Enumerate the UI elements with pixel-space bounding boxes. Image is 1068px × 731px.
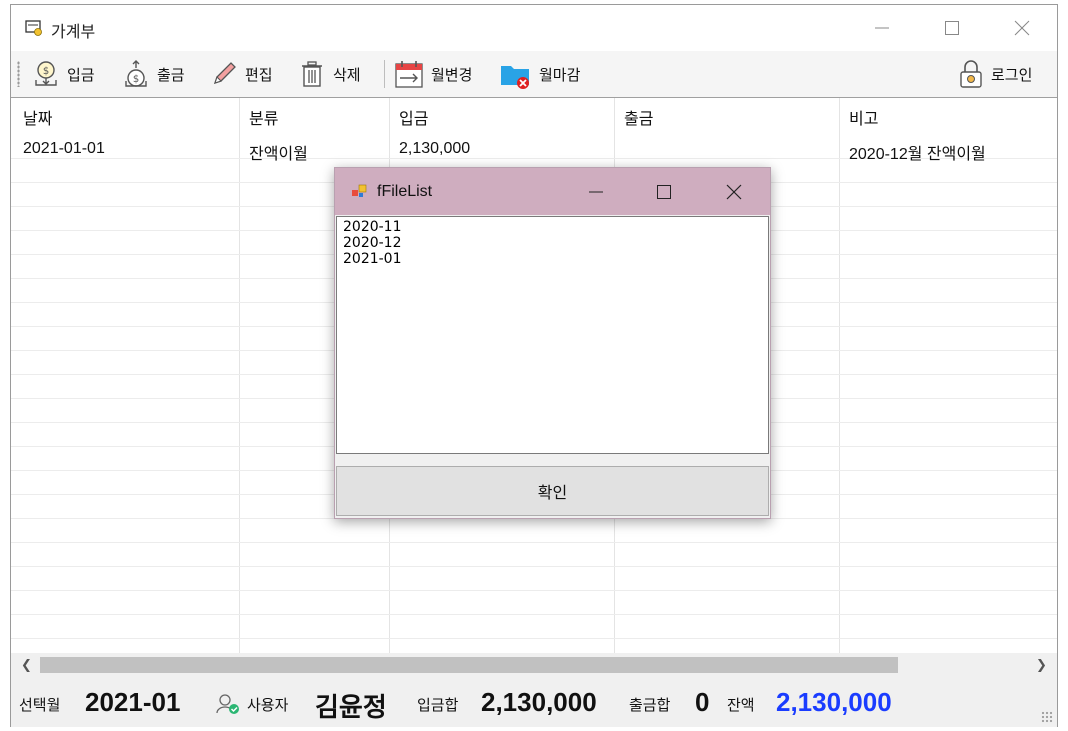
trash-icon (297, 59, 327, 89)
dialog-maximize-button[interactable] (629, 168, 699, 215)
pencil-icon (209, 59, 239, 89)
cell-deposit: 2,130,000 (399, 140, 471, 157)
status-bar: 선택월 2021-01 사용자 김윤정 입금합 2,130,000 출금합 0 … (11, 677, 1057, 727)
change-month-button[interactable]: 월변경 (393, 57, 472, 91)
balance-label: 잔액 (727, 697, 755, 714)
deposit-button[interactable]: $ 입금 (31, 57, 95, 91)
window-title: 가계부 (51, 24, 96, 41)
list-item[interactable]: 2020-11 (343, 219, 402, 235)
column-header-deposit[interactable]: 입금 (399, 105, 428, 129)
cell-category: 잔액이월 (249, 146, 308, 163)
grid-header: 날짜 분류 입금 출금 비고 (11, 98, 1057, 128)
column-header-category[interactable]: 분류 (249, 105, 278, 129)
withdraw-label: 출금 (157, 66, 185, 84)
column-header-date[interactable]: 날짜 (23, 105, 52, 129)
edit-label: 편집 (245, 66, 273, 84)
deposit-sum-label: 입금합 (417, 697, 459, 714)
dialog-close-button[interactable] (699, 168, 769, 215)
file-listbox[interactable]: 2020-11 2020-12 2021-01 (336, 216, 769, 454)
user-label: 사용자 (247, 697, 289, 714)
minimize-button[interactable] (847, 5, 917, 51)
selected-month-label: 선택월 (19, 697, 61, 714)
list-item[interactable]: 2021-01 (343, 251, 402, 267)
edit-button[interactable]: 편집 (209, 57, 273, 91)
dialog-minimize-button[interactable] (561, 168, 631, 215)
scroll-right-arrow-icon[interactable]: ❯ (1036, 657, 1047, 673)
login-label: 로그인 (991, 66, 1033, 84)
deposit-sum-value: 2,130,000 (481, 687, 597, 717)
close-month-button[interactable]: 월마감 (499, 57, 580, 91)
coin-down-icon: $ (31, 59, 61, 89)
svg-text:$: $ (43, 66, 49, 77)
user-value: 김윤정 (315, 692, 387, 722)
scroll-left-arrow-icon[interactable]: ❮ (21, 657, 32, 673)
dialog-title: fFileList (377, 183, 433, 200)
deposit-label: 입금 (67, 66, 95, 84)
form-icon (351, 184, 369, 205)
delete-button[interactable]: 삭제 (297, 57, 361, 91)
close-button[interactable] (987, 5, 1057, 51)
app-icon (25, 19, 43, 37)
cell-note: 2020-12월 잔액이월 (849, 146, 986, 163)
resize-grip[interactable] (1041, 711, 1053, 723)
scrollbar-thumb[interactable] (40, 657, 898, 673)
withdraw-sum-value: 0 (695, 687, 710, 717)
balance-value: 2,130,000 (776, 687, 892, 717)
withdraw-button[interactable]: $ 출금 (121, 57, 185, 91)
withdraw-sum-label: 출금합 (629, 697, 671, 714)
login-button[interactable]: 로그인 (957, 57, 1032, 91)
toolbar-grip (17, 61, 20, 87)
list-item[interactable]: 2020-12 (343, 235, 402, 251)
money-bag-icon: $ (121, 59, 151, 89)
file-list-dialog: fFileList 2020-11 2020-12 2021-01 확인 (334, 167, 771, 519)
toolbar: $ 입금 $ 출금 편집 삭제 월변경 월마감 로그인 (11, 51, 1057, 97)
horizontal-scrollbar[interactable]: ❮ ❯ (11, 653, 1057, 677)
close-month-label: 월마감 (539, 66, 581, 84)
column-header-withdraw[interactable]: 출금 (624, 105, 653, 129)
toolbar-separator (384, 60, 385, 88)
calendar-icon (393, 58, 425, 90)
selected-month-value: 2021-01 (85, 687, 181, 717)
cell-date: 2021-01-01 (23, 140, 105, 157)
maximize-button[interactable] (917, 5, 987, 51)
title-bar: 가계부 (11, 5, 1057, 51)
delete-label: 삭제 (333, 66, 361, 84)
lock-icon (957, 59, 985, 89)
ok-button[interactable]: 확인 (336, 466, 769, 516)
column-header-note[interactable]: 비고 (849, 105, 878, 129)
change-month-label: 월변경 (431, 66, 473, 84)
folder-close-icon (499, 58, 533, 90)
svg-text:$: $ (133, 74, 139, 85)
dialog-title-bar: fFileList (335, 168, 770, 215)
user-check-icon (215, 692, 241, 721)
